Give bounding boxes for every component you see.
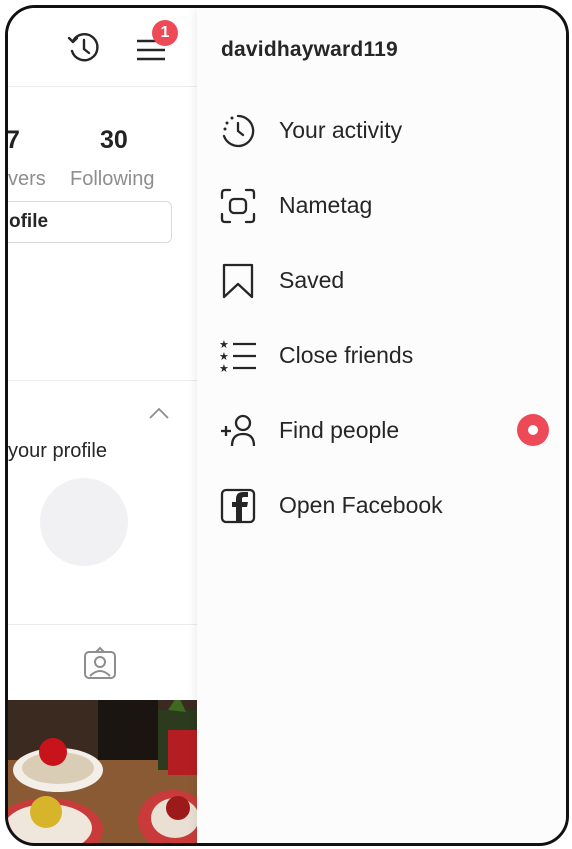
followers-count[interactable]: 7 (8, 126, 20, 155)
nametag-icon (220, 188, 256, 224)
menu-item-open-facebook[interactable]: Open Facebook (197, 475, 566, 535)
menu-item-close-friends[interactable]: ★ ★ ★ Close friends (197, 325, 566, 385)
history-icon[interactable] (66, 30, 102, 66)
discover-people-text: your profile (8, 440, 107, 462)
edit-profile-button[interactable]: ofile (8, 201, 172, 243)
divider (8, 624, 198, 625)
chevron-up-icon[interactable] (148, 406, 170, 420)
post-thumbnail-image[interactable] (8, 700, 198, 843)
menu-item-saved[interactable]: Saved (197, 250, 566, 310)
new-indicator-dot (517, 414, 549, 446)
facebook-icon (220, 488, 256, 524)
menu-item-your-activity[interactable]: Your activity (197, 100, 566, 160)
following-label[interactable]: Following (70, 168, 154, 191)
activity-icon (222, 114, 255, 148)
menu-item-label: Nametag (279, 192, 373, 218)
menu-item-label: Close friends (279, 342, 414, 368)
suggested-avatar-placeholder (40, 478, 128, 566)
menu-item-label: Open Facebook (279, 492, 443, 518)
profile-top-bar: 1 (8, 8, 198, 87)
divider (8, 380, 198, 381)
menu-item-nametag[interactable]: Nametag (197, 175, 566, 235)
menu-item-label: Saved (279, 267, 345, 293)
menu-item-label: Your activity (279, 117, 403, 143)
close-friends-icon: ★ ★ ★ (219, 338, 256, 375)
bookmark-icon (222, 263, 254, 299)
drawer-username: davidhayward119 (221, 38, 398, 61)
add-person-icon (221, 414, 256, 447)
menu-item-find-people[interactable]: Find people (197, 400, 566, 460)
followers-label[interactable]: vers (8, 168, 46, 191)
tagged-photos-icon[interactable] (82, 646, 118, 682)
profile-panel: 1 7 vers 30 Following ofile your profile (8, 8, 198, 843)
side-drawer-menu: davidhayward119 Your activity Nametag Sa… (197, 8, 566, 843)
phone-frame: 1 7 vers 30 Following ofile your profile (5, 5, 569, 846)
notification-badge: 1 (152, 20, 178, 46)
menu-item-label: Find people (279, 417, 400, 443)
svg-text:★: ★ (219, 362, 229, 375)
following-count[interactable]: 30 (100, 126, 128, 155)
